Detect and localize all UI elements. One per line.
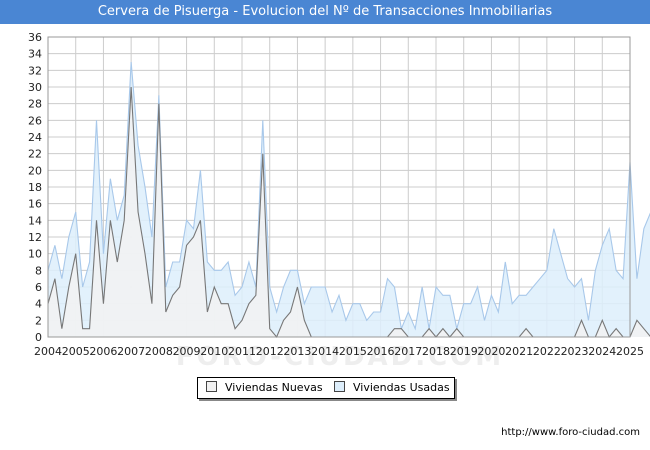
y-tick-label: 10 <box>28 248 42 261</box>
legend-swatch-usadas <box>334 381 345 392</box>
x-tick-label: 2016 <box>367 345 395 358</box>
y-tick-label: 12 <box>28 231 42 244</box>
x-axis-ticks: 2004 2005 2006 2007 2008 2009 2010 2011 2012 2013… <box>34 345 644 358</box>
legend: Viviendas Nuevas Viviendas Usadas <box>197 377 455 399</box>
x-tick-label: 2011 <box>228 345 256 358</box>
chart-title: Cervera de Pisuerga - Evolucion del Nº d… <box>0 0 650 24</box>
x-tick-label: 2024 <box>588 345 616 358</box>
y-tick-label: 16 <box>28 198 42 211</box>
y-tick-label: 26 <box>28 114 42 127</box>
x-tick-label: 2004 <box>34 345 62 358</box>
x-tick-label: 2017 <box>394 345 422 358</box>
x-tick-label: 2006 <box>89 345 117 358</box>
x-tick-label: 2019 <box>450 345 478 358</box>
x-tick-label: 2007 <box>117 345 145 358</box>
x-tick-label: 2012 <box>256 345 284 358</box>
x-tick-label: 2023 <box>561 345 589 358</box>
x-tick-label: 2010 <box>200 345 228 358</box>
x-tick-label: 2009 <box>173 345 201 358</box>
y-tick-label: 34 <box>28 48 42 61</box>
y-tick-label: 4 <box>35 298 42 311</box>
y-tick-label: 30 <box>28 81 42 94</box>
legend-swatch-nuevas <box>206 381 217 392</box>
y-tick-label: 18 <box>28 181 42 194</box>
x-tick-label: 2005 <box>62 345 90 358</box>
footer-url: http://www.foro-ciudad.com <box>501 427 640 438</box>
y-axis-ticks: 024681012141618202224262830323436 <box>28 31 42 344</box>
y-tick-label: 32 <box>28 64 42 77</box>
y-tick-label: 36 <box>28 31 42 44</box>
y-tick-label: 6 <box>35 281 42 294</box>
legend-item-nuevas: Viviendas Nuevas <box>206 381 323 395</box>
legend-label-usadas: Viviendas Usadas <box>353 381 450 394</box>
x-tick-label: 2015 <box>339 345 367 358</box>
x-tick-label: 2013 <box>283 345 311 358</box>
y-tick-label: 20 <box>28 164 42 177</box>
legend-label-nuevas: Viviendas Nuevas <box>225 381 323 394</box>
x-tick-label: 2014 <box>311 345 339 358</box>
y-tick-label: 14 <box>28 214 42 227</box>
x-tick-label: 2025 <box>616 345 644 358</box>
x-tick-label: 2021 <box>505 345 533 358</box>
y-tick-label: 22 <box>28 148 42 161</box>
y-tick-label: 28 <box>28 98 42 111</box>
x-tick-label: 2022 <box>533 345 561 358</box>
y-tick-label: 2 <box>35 314 42 327</box>
y-tick-label: 24 <box>28 131 42 144</box>
y-tick-label: 0 <box>35 331 42 344</box>
x-tick-label: 2008 <box>145 345 173 358</box>
x-tick-label: 2018 <box>422 345 450 358</box>
y-tick-label: 8 <box>35 264 42 277</box>
legend-item-usadas: Viviendas Usadas <box>334 381 450 395</box>
x-tick-label: 2020 <box>477 345 505 358</box>
